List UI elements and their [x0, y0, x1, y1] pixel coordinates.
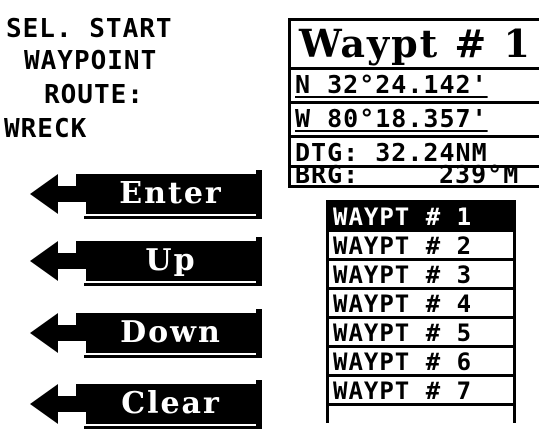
up-button[interactable]: Up [28, 233, 278, 297]
waypoint-info-panel: Waypt # 1 N 32°24.142' W 80°18.357' DTG:… [288, 18, 539, 189]
route-name: WRECK [4, 114, 88, 144]
waypoint-title: Waypt # 1 [299, 21, 532, 66]
screen-label: SEL. START [6, 14, 173, 44]
list-item[interactable]: WAYPT # 1 [329, 203, 513, 232]
route-label: ROUTE: [44, 80, 144, 110]
list-item[interactable]: WAYPT # 4 [329, 290, 513, 319]
waypoint-list[interactable]: WAYPT # 1 WAYPT # 2 WAYPT # 3 WAYPT # 4 … [326, 200, 516, 423]
down-button[interactable]: Down [28, 305, 278, 369]
down-label: Down [86, 313, 256, 353]
list-item[interactable]: WAYPT # 7 [329, 377, 513, 406]
bearing-label: BRG: [295, 160, 360, 189]
bearing-value: 239°M [439, 160, 520, 189]
list-item[interactable]: WAYPT # 3 [329, 261, 513, 290]
clear-button[interactable]: Clear [28, 376, 278, 440]
enter-button[interactable]: Enter [28, 166, 278, 230]
waypoint-label: WAYPOINT [24, 46, 158, 76]
latitude-value: N 32°24.142' [295, 70, 488, 99]
up-label: Up [86, 241, 256, 281]
list-item[interactable]: WAYPT # 6 [329, 348, 513, 377]
enter-label: Enter [86, 174, 256, 214]
longitude-value: W 80°18.357' [295, 104, 488, 133]
list-item[interactable]: WAYPT # 5 [329, 319, 513, 348]
clear-label: Clear [86, 384, 256, 424]
list-item[interactable]: WAYPT # 2 [329, 232, 513, 261]
